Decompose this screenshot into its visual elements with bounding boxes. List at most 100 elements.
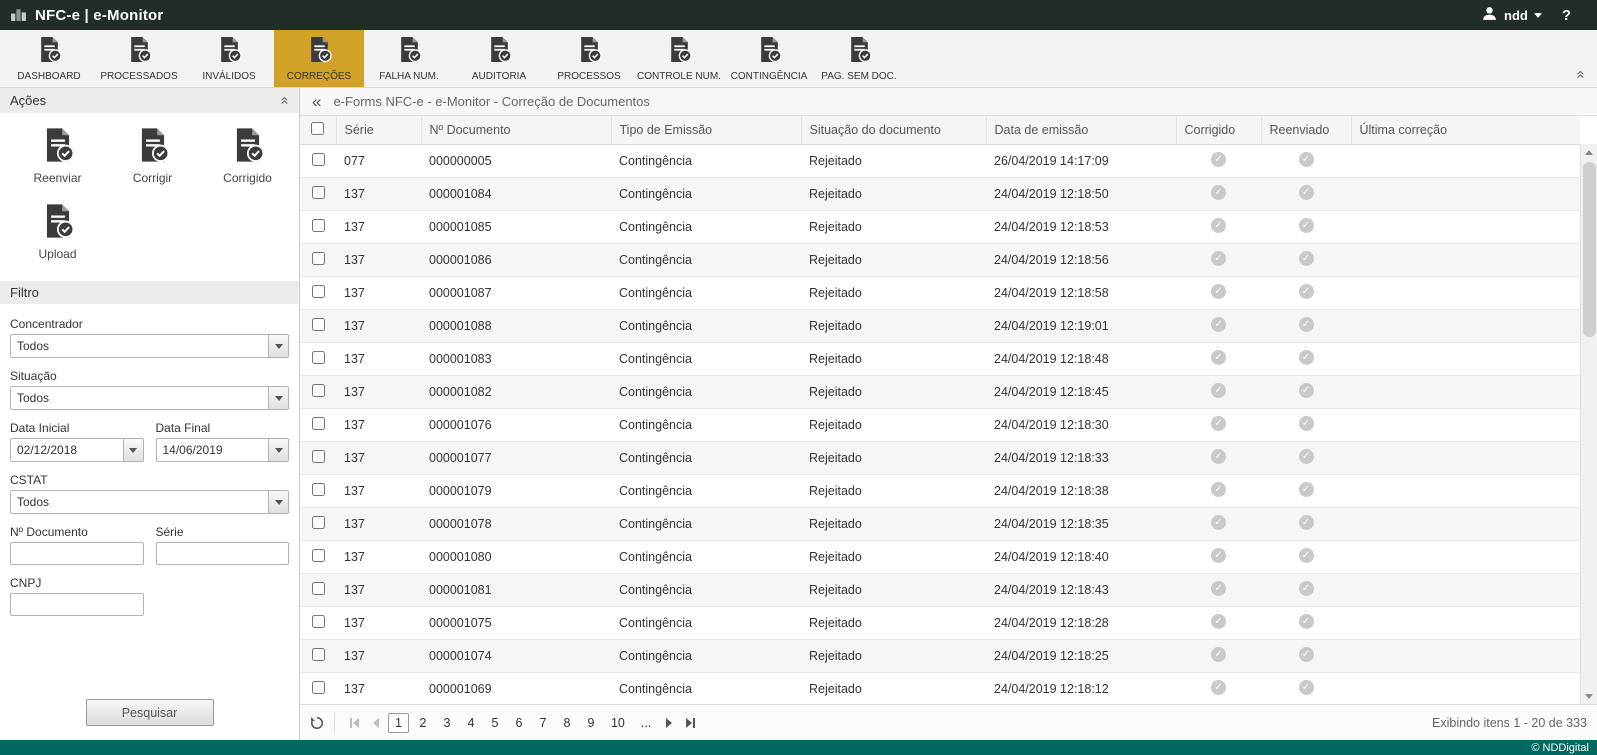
row-checkbox[interactable] bbox=[312, 219, 325, 232]
toolbar-item[interactable]: PAG. SEM DOC. bbox=[814, 30, 904, 87]
row-checkbox[interactable] bbox=[312, 450, 325, 463]
toolbar-item[interactable]: FALHA NUM. bbox=[364, 30, 454, 87]
table-row[interactable]: 137 000001078 Contingência Rejeitado 24/… bbox=[300, 508, 1580, 541]
page-button[interactable]: 6 bbox=[509, 714, 529, 732]
row-checkbox[interactable] bbox=[312, 285, 325, 298]
row-checkbox[interactable] bbox=[312, 615, 325, 628]
col-reenviado[interactable]: Reenviado bbox=[1261, 116, 1351, 145]
toolbar-item[interactable]: CONTROLE NUM. bbox=[634, 30, 724, 87]
num-documento-input[interactable] bbox=[10, 542, 144, 565]
chevron-down-icon[interactable] bbox=[268, 491, 288, 513]
table-row[interactable]: 137 000001083 Contingência Rejeitado 24/… bbox=[300, 343, 1580, 376]
toolbar-item[interactable]: DASHBOARD bbox=[4, 30, 94, 87]
row-checkbox[interactable] bbox=[312, 153, 325, 166]
situacao-value[interactable]: Todos bbox=[11, 387, 268, 409]
table-row[interactable]: 137 000001077 Contingência Rejeitado 24/… bbox=[300, 442, 1580, 475]
situacao-select[interactable]: Todos bbox=[10, 386, 289, 410]
select-all-checkbox[interactable] bbox=[311, 122, 324, 135]
chevron-down-icon[interactable] bbox=[268, 335, 288, 357]
page-button[interactable]: 1 bbox=[388, 713, 409, 733]
table-row[interactable]: 137 000001081 Contingência Rejeitado 24/… bbox=[300, 574, 1580, 607]
concentrador-value[interactable]: Todos bbox=[11, 335, 268, 357]
cnpj-input[interactable] bbox=[10, 593, 144, 616]
col-num-documento[interactable]: Nº Documento bbox=[421, 116, 611, 145]
page-button[interactable]: 10 bbox=[605, 714, 631, 732]
col-tipo-emissao[interactable]: Tipo de Emissão bbox=[611, 116, 801, 145]
row-checkbox[interactable] bbox=[312, 318, 325, 331]
toolbar-item[interactable]: PROCESSADOS bbox=[94, 30, 184, 87]
first-page-icon[interactable] bbox=[345, 718, 364, 728]
data-inicial-value[interactable]: 02/12/2018 bbox=[11, 439, 123, 461]
chevron-down-icon[interactable] bbox=[123, 439, 143, 461]
last-page-icon[interactable] bbox=[681, 718, 700, 728]
toolbar-item[interactable]: CONTINGÊNCIA bbox=[724, 30, 814, 87]
user-menu[interactable]: ndd bbox=[1481, 5, 1542, 25]
action-button[interactable]: Corrigir bbox=[105, 127, 200, 185]
action-button[interactable]: Upload bbox=[10, 203, 105, 261]
data-inicial-picker[interactable]: 02/12/2018 bbox=[10, 438, 144, 462]
page-button[interactable]: 8 bbox=[557, 714, 577, 732]
cstat-select[interactable]: Todos bbox=[10, 490, 289, 514]
table-row[interactable]: 137 000001080 Contingência Rejeitado 24/… bbox=[300, 541, 1580, 574]
table-row[interactable]: 137 000001088 Contingência Rejeitado 24/… bbox=[300, 310, 1580, 343]
table-row[interactable]: 137 000001085 Contingência Rejeitado 24/… bbox=[300, 211, 1580, 244]
page-button[interactable]: 9 bbox=[581, 714, 601, 732]
action-button[interactable]: Reenviar bbox=[10, 127, 105, 185]
table-row[interactable]: 137 000001076 Contingência Rejeitado 24/… bbox=[300, 409, 1580, 442]
toolbar-item[interactable]: AUDITORIA bbox=[454, 30, 544, 87]
pesquisar-button[interactable]: Pesquisar bbox=[86, 699, 214, 726]
row-checkbox[interactable] bbox=[312, 252, 325, 265]
refresh-icon[interactable] bbox=[310, 716, 324, 730]
row-checkbox[interactable] bbox=[312, 648, 325, 661]
toolbar-item[interactable]: CORREÇÕES bbox=[274, 30, 364, 87]
scroll-down-icon[interactable] bbox=[1581, 688, 1597, 704]
toolbar-item[interactable]: INVÁLIDOS bbox=[184, 30, 274, 87]
page-button[interactable]: 4 bbox=[461, 714, 481, 732]
serie-input[interactable] bbox=[156, 542, 290, 565]
scroll-up-icon[interactable] bbox=[1581, 144, 1597, 160]
col-situacao[interactable]: Situação do documento bbox=[801, 116, 986, 145]
row-checkbox[interactable] bbox=[312, 186, 325, 199]
help-button[interactable]: ? bbox=[1562, 7, 1571, 24]
chevron-down-icon[interactable] bbox=[268, 439, 288, 461]
panel-collapse-icon[interactable]: « bbox=[312, 93, 321, 110]
row-checkbox[interactable] bbox=[312, 417, 325, 430]
col-data-emissao[interactable]: Data de emissão bbox=[986, 116, 1176, 145]
row-checkbox[interactable] bbox=[312, 384, 325, 397]
page-button[interactable]: 5 bbox=[485, 714, 505, 732]
vertical-scrollbar[interactable] bbox=[1580, 144, 1597, 704]
col-ultima-correcao[interactable]: Última correção bbox=[1351, 116, 1580, 145]
concentrador-select[interactable]: Todos bbox=[10, 334, 289, 358]
table-row[interactable]: 137 000001069 Contingência Rejeitado 24/… bbox=[300, 673, 1580, 705]
table-row[interactable]: 137 000001086 Contingência Rejeitado 24/… bbox=[300, 244, 1580, 277]
table-row[interactable]: 077 000000005 Contingência Rejeitado 26/… bbox=[300, 145, 1580, 178]
toolbar-collapse-icon[interactable]: « bbox=[1565, 64, 1597, 87]
row-checkbox[interactable] bbox=[312, 582, 325, 595]
chevron-down-icon[interactable] bbox=[268, 387, 288, 409]
row-checkbox[interactable] bbox=[312, 516, 325, 529]
page-button[interactable]: 2 bbox=[413, 714, 433, 732]
actions-collapse-icon[interactable]: « bbox=[276, 96, 293, 104]
row-checkbox[interactable] bbox=[312, 681, 325, 694]
page-button[interactable]: 3 bbox=[437, 714, 457, 732]
page-button[interactable]: 7 bbox=[533, 714, 553, 732]
table-row[interactable]: 137 000001075 Contingência Rejeitado 24/… bbox=[300, 607, 1580, 640]
table-row[interactable]: 137 000001084 Contingência Rejeitado 24/… bbox=[300, 178, 1580, 211]
page-button[interactable]: ... bbox=[635, 714, 657, 732]
data-final-value[interactable]: 14/06/2019 bbox=[157, 439, 269, 461]
action-button[interactable]: Corrigido bbox=[200, 127, 295, 185]
row-checkbox[interactable] bbox=[312, 351, 325, 364]
row-checkbox[interactable] bbox=[312, 549, 325, 562]
table-row[interactable]: 137 000001082 Contingência Rejeitado 24/… bbox=[300, 376, 1580, 409]
toolbar-item[interactable]: PROCESSOS bbox=[544, 30, 634, 87]
cstat-value[interactable]: Todos bbox=[11, 491, 268, 513]
table-row[interactable]: 137 000001074 Contingência Rejeitado 24/… bbox=[300, 640, 1580, 673]
table-row[interactable]: 137 000001087 Contingência Rejeitado 24/… bbox=[300, 277, 1580, 310]
col-serie[interactable]: Série bbox=[336, 116, 421, 145]
table-row[interactable]: 137 000001079 Contingência Rejeitado 24/… bbox=[300, 475, 1580, 508]
scrollbar-thumb[interactable] bbox=[1583, 162, 1596, 337]
data-final-picker[interactable]: 14/06/2019 bbox=[156, 438, 290, 462]
row-checkbox[interactable] bbox=[312, 483, 325, 496]
col-corrigido[interactable]: Corrigido bbox=[1176, 116, 1261, 145]
next-page-icon[interactable] bbox=[661, 718, 677, 728]
